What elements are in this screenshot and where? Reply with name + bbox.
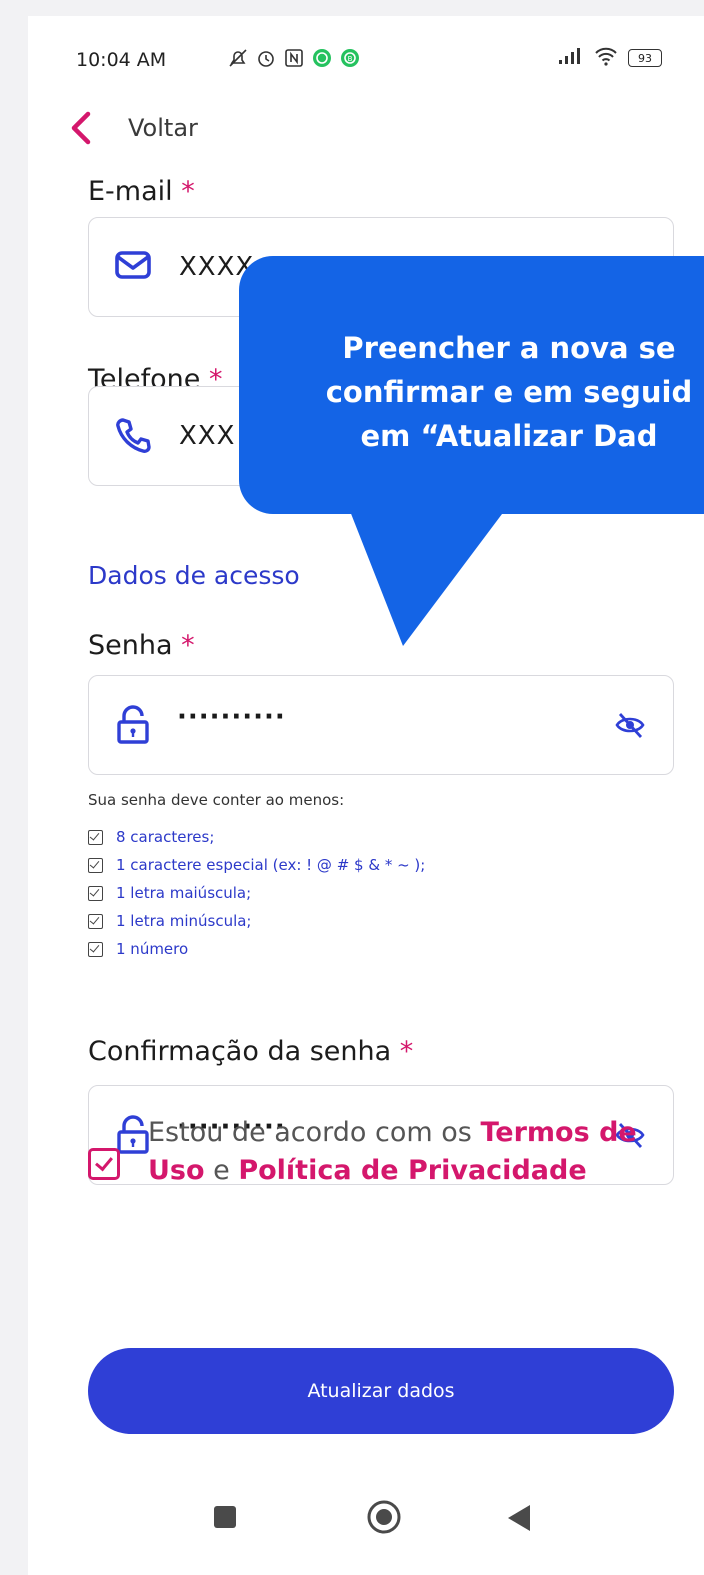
mail-icon — [111, 244, 155, 288]
status-time: 10:04 AM — [76, 49, 167, 71]
password-rule-text: 1 letra maiúscula; — [116, 884, 252, 902]
wifi-icon — [594, 46, 618, 70]
checkbox-icon — [88, 829, 103, 845]
alarm-icon — [256, 48, 276, 68]
password-rule-text: 8 caracteres; — [116, 828, 215, 846]
password-rule: 1 caractere especial (ex: ! @ # $ & * ~ … — [88, 851, 425, 879]
back-nav-icon[interactable] — [506, 1503, 532, 1533]
terms-prefix: Estou de acordo com os — [148, 1117, 481, 1148]
terms-connector: e — [204, 1155, 239, 1186]
confirm-password-label-text: Confirmação da senha — [88, 1036, 392, 1067]
whatsapp-business-icon: B — [340, 48, 360, 68]
lock-icon — [111, 702, 155, 746]
section-title-access: Dados de acesso — [88, 561, 300, 590]
checkbox-icon — [88, 941, 103, 957]
tooltip-tail — [348, 506, 548, 666]
notifications-off-icon — [228, 48, 248, 68]
password-value: ·········· — [177, 702, 286, 732]
password-label-text: Senha — [88, 630, 173, 661]
password-rule-text: 1 número — [116, 940, 189, 958]
checkbox-icon — [88, 885, 103, 901]
eye-off-icon[interactable] — [615, 710, 645, 740]
status-icons-left: B — [228, 48, 360, 68]
email-label: E-mail * — [88, 176, 195, 207]
password-rule-text: 1 caractere especial (ex: ! @ # $ & * ~ … — [116, 856, 426, 874]
confirm-password-label: Confirmação da senha * — [88, 1036, 413, 1067]
phone-value: XXX — [179, 421, 236, 451]
required-asterisk: * — [181, 176, 195, 207]
password-field[interactable]: ·········· — [88, 675, 674, 775]
tooltip-text: Preencher a nova se confirmar e em segui… — [325, 331, 693, 453]
password-rule: 8 caracteres; — [88, 823, 425, 851]
signal-icon — [558, 47, 584, 69]
password-rule: 1 letra maiúscula; — [88, 879, 425, 907]
email-label-text: E-mail — [88, 176, 173, 207]
password-rules-list: 8 caracteres; 1 caractere especial (ex: … — [88, 823, 425, 963]
required-asterisk: * — [181, 630, 195, 661]
whatsapp-icon — [312, 48, 332, 68]
phone-icon — [111, 413, 155, 457]
update-data-button[interactable]: Atualizar dados — [88, 1348, 674, 1434]
password-hint: Sua senha deve conter ao menos: — [88, 791, 345, 809]
nfc-icon — [284, 48, 304, 68]
phone-screen: 10:04 AM B 93 Voltar E-mail * XXXX Telef… — [28, 16, 704, 1575]
back-button[interactable]: Voltar — [128, 114, 198, 142]
svg-text:B: B — [348, 55, 353, 63]
checkbox-icon — [88, 857, 103, 873]
recents-nav-icon[interactable] — [214, 1506, 236, 1528]
password-rule-text: 1 letra minúscula; — [116, 912, 252, 930]
required-asterisk: * — [399, 1036, 414, 1067]
password-rule: 1 número — [88, 935, 425, 963]
home-nav-icon[interactable] — [366, 1499, 402, 1535]
terms-checkbox[interactable] — [88, 1148, 120, 1180]
privacy-policy-link[interactable]: Política de Privacidade — [238, 1155, 586, 1186]
password-rule: 1 letra minúscula; — [88, 907, 425, 935]
tooltip-bubble: Preencher a nova se confirmar e em segui… — [239, 256, 704, 514]
checkbox-icon — [88, 913, 103, 929]
terms-text: Estou de acordo com os Termos de Uso e P… — [148, 1114, 648, 1190]
status-icons-right: 93 — [558, 46, 662, 70]
password-label: Senha * — [88, 630, 195, 661]
back-chevron-icon[interactable] — [66, 111, 96, 145]
battery-icon: 93 — [628, 49, 662, 67]
